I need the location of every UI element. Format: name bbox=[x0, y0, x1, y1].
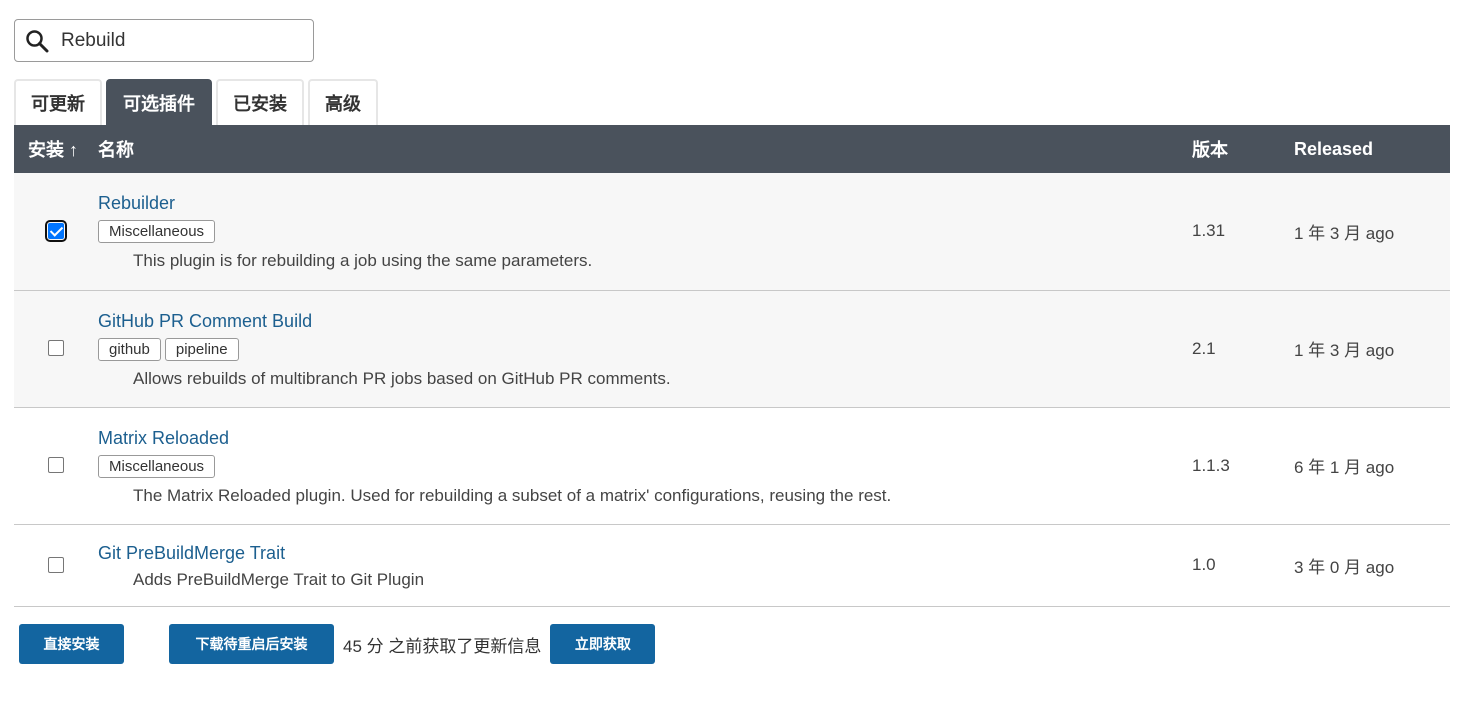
plugin-description: This plugin is for rebuilding a job usin… bbox=[133, 251, 593, 271]
plugin-released: 1 年 3 月 ago bbox=[1294, 223, 1395, 243]
header-released[interactable]: Released bbox=[1294, 125, 1450, 173]
install-now-button[interactable]: 直接安装 bbox=[19, 624, 124, 664]
table-header-row: 安装 ↑ 名称 版本 Released bbox=[14, 125, 1450, 173]
install-checkbox[interactable] bbox=[48, 457, 64, 474]
download-restart-button[interactable]: 下载待重启后安装 bbox=[169, 624, 334, 664]
search-box[interactable] bbox=[14, 19, 314, 62]
table-row: Git PreBuildMerge Trait Adds PreBuildMer… bbox=[14, 524, 1450, 606]
plugin-version: 1.1.3 bbox=[1192, 455, 1230, 475]
plugin-released: 6 年 1 月 ago bbox=[1294, 458, 1395, 477]
update-status-text: 45 分 之前获取了更新信息 bbox=[343, 636, 542, 656]
plugin-name-link[interactable]: Matrix Reloaded bbox=[98, 428, 1192, 449]
fetch-now-button[interactable]: 立即获取 bbox=[550, 624, 656, 664]
plugin-table: 安装 ↑ 名称 版本 Released Rebuilder Miscellane… bbox=[14, 125, 1450, 607]
search-input[interactable] bbox=[59, 28, 299, 53]
plugin-name-link[interactable]: GitHub PR Comment Build bbox=[98, 311, 1192, 332]
category-label[interactable]: Miscellaneous bbox=[98, 454, 216, 478]
table-row: Matrix Reloaded Miscellaneous The Matrix… bbox=[14, 407, 1450, 524]
plugin-version: 2.1 bbox=[1192, 338, 1216, 358]
tab-available[interactable]: 可选插件 bbox=[106, 79, 212, 125]
plugin-version: 1.0 bbox=[1192, 555, 1216, 574]
category-label[interactable]: github bbox=[98, 337, 161, 361]
plugin-released: 1 年 3 月 ago bbox=[1294, 341, 1395, 360]
tab-updates[interactable]: 可更新 bbox=[14, 79, 102, 125]
install-checkbox[interactable] bbox=[48, 556, 64, 573]
plugin-version: 1.31 bbox=[1192, 221, 1226, 241]
action-bar: 直接安装 下载待重启后安装 45 分 之前获取了更新信息 立即获取 bbox=[19, 624, 656, 664]
header-install[interactable]: 安装 ↑ bbox=[14, 125, 98, 173]
install-checkbox[interactable] bbox=[45, 220, 67, 243]
header-version[interactable]: 版本 bbox=[1192, 125, 1294, 173]
category-label[interactable]: pipeline bbox=[164, 337, 239, 361]
plugin-tabs: 可更新 可选插件 已安装 高级 bbox=[14, 79, 382, 125]
plugin-name-link[interactable]: Git PreBuildMerge Trait bbox=[98, 543, 1192, 564]
plugin-description: Adds PreBuildMerge Trait to Git Plugin bbox=[133, 569, 425, 589]
header-name[interactable]: 名称 bbox=[98, 125, 1192, 173]
plugin-description: Allows rebuilds of multibranch PR jobs b… bbox=[133, 368, 671, 388]
plugin-name-link[interactable]: Rebuilder bbox=[98, 193, 1192, 214]
plugin-released: 3 年 0 月 ago bbox=[1294, 557, 1395, 577]
plugin-description: The Matrix Reloaded plugin. Used for reb… bbox=[133, 485, 892, 505]
category-label[interactable]: Miscellaneous bbox=[98, 220, 216, 244]
table-row: GitHub PR Comment Build github pipeline … bbox=[14, 290, 1450, 407]
tab-installed[interactable]: 已安装 bbox=[216, 79, 304, 125]
table-row: Rebuilder Miscellaneous This plugin is f… bbox=[14, 173, 1450, 290]
search-icon bbox=[26, 29, 49, 52]
install-checkbox[interactable] bbox=[48, 340, 64, 357]
tab-advanced[interactable]: 高级 bbox=[308, 79, 378, 125]
